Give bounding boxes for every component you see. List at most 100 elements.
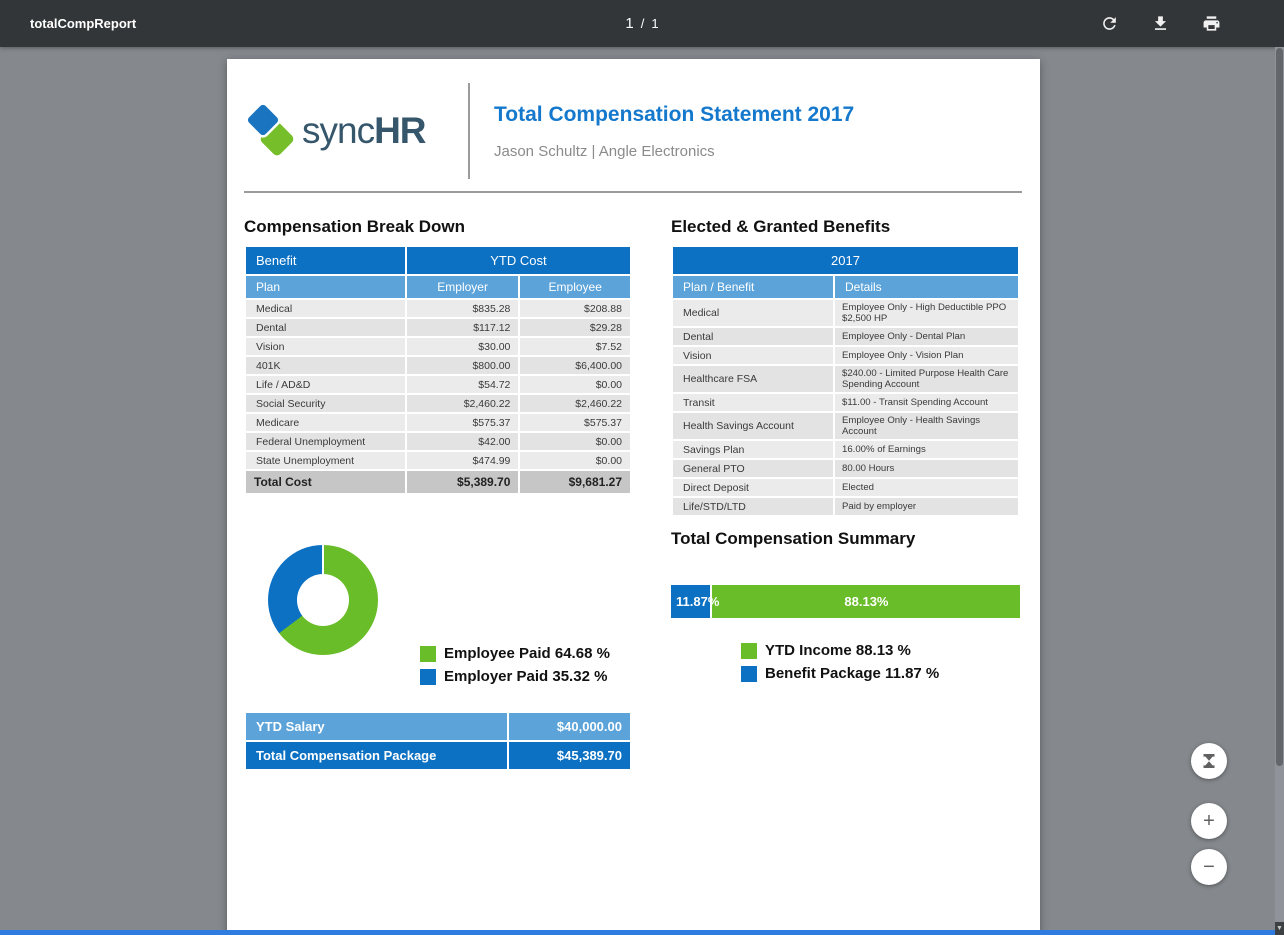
legend-item-ytd-income: YTD Income 88.13 % — [741, 642, 1020, 659]
employee-paid-label: Employee Paid 64.68 % — [444, 645, 610, 662]
employer-cost-cell: $54.72 — [406, 376, 519, 393]
benefit-row: Vision Employee Only - Vision Plan — [673, 347, 1019, 365]
employer-cost-cell: $117.12 — [406, 319, 519, 336]
benefit-plan-cell: Life/STD/LTD — [673, 498, 833, 516]
benefit-row: Dental Employee Only - Dental Plan — [673, 328, 1019, 346]
benefits-heading: Elected & Granted Benefits — [671, 217, 891, 236]
benefit-row: Medical Employee Only - High Deductible … — [673, 300, 1019, 327]
benefit-package-pct-label: 11.87% — [676, 594, 720, 610]
employee-paid-swatch — [420, 645, 436, 662]
benefit-details-cell: Paid by employer — [835, 498, 1019, 516]
compensation-row: Dental $117.12 $29.28 — [246, 319, 630, 336]
col-details: Details — [835, 276, 1019, 298]
fit-to-page-button[interactable] — [1191, 743, 1227, 779]
scrollbar-thumb[interactable] — [1276, 48, 1283, 766]
legend-item-employer-paid: Employer Paid 35.32 % — [420, 668, 610, 685]
fit-to-page-icon — [1203, 754, 1215, 768]
col-ytd-cost: YTD Cost — [406, 247, 630, 274]
benefit-plan-cell: Direct Deposit — [673, 479, 833, 497]
benefit-plan-cell: Transit — [673, 394, 833, 412]
compensation-table: Benefit YTD Cost Plan Employer Employee … — [244, 245, 632, 495]
employee-cost-cell: $7.52 — [520, 338, 630, 355]
plan-cell: Federal Unemployment — [246, 433, 405, 450]
benefit-plan-cell: Health Savings Account — [673, 413, 833, 440]
page-indicator[interactable]: 1 / 1 — [625, 15, 658, 32]
employer-cost-cell: $835.28 — [406, 300, 519, 317]
benefit-plan-cell: Healthcare FSA — [673, 366, 833, 393]
employee-cost-cell: $6,400.00 — [520, 357, 630, 374]
compensation-summary-bar: 11.87% 88.13% — [671, 585, 1020, 619]
total-comp-package-value: $45,389.70 — [508, 742, 630, 769]
summary-legend: YTD Income 88.13 % Benefit Package 11.87… — [741, 642, 1020, 682]
total-employer-cost: $5,389.70 — [406, 471, 519, 493]
employee-cost-cell: $575.37 — [520, 414, 630, 431]
compensation-row: Federal Unemployment $42.00 $0.00 — [246, 433, 630, 450]
plan-cell: State Unemployment — [246, 452, 405, 469]
plan-cell: 401K — [246, 357, 405, 374]
total-comp-package-row: Total Compensation Package $45,389.70 — [246, 742, 630, 769]
compensation-row: Social Security $2,460.22 $2,460.22 — [246, 395, 630, 412]
plan-cell: Social Security — [246, 395, 405, 412]
employee-company-subtitle: Jason Schultz | Angle Electronics — [494, 142, 715, 160]
col-plan: Plan — [246, 276, 405, 298]
col-plan-benefit: Plan / Benefit — [673, 276, 833, 298]
legend-item-employee-paid: Employee Paid 64.68 % — [420, 645, 610, 662]
summary-heading: Total Compensation Summary — [671, 529, 916, 549]
current-page[interactable]: 1 — [625, 15, 633, 32]
compensation-row: Medical $835.28 $208.88 — [246, 300, 630, 317]
plan-cell: Medicare — [246, 414, 405, 431]
col-employee: Employee — [520, 276, 630, 298]
compensation-row: Life / AD&D $54.72 $0.00 — [246, 376, 630, 393]
pdf-toolbar: totalCompReport 1 / 1 — [0, 0, 1284, 47]
col-employer: Employer — [406, 276, 519, 298]
benefit-details-cell: Employee Only - Dental Plan — [835, 328, 1019, 346]
ytd-income-label: YTD Income 88.13 % — [765, 642, 911, 660]
employee-cost-cell: $0.00 — [520, 376, 630, 393]
benefit-details-cell: $11.00 - Transit Spending Account — [835, 394, 1019, 412]
benefit-plan-cell: Vision — [673, 347, 833, 365]
print-button[interactable] — [1200, 13, 1222, 35]
zoom-out-button[interactable]: − — [1191, 849, 1227, 885]
employee-cost-cell: $29.28 — [520, 319, 630, 336]
rotate-button[interactable] — [1098, 13, 1120, 35]
col-year: 2017 — [673, 247, 1019, 274]
employee-cost-cell: $0.00 — [520, 452, 630, 469]
employer-cost-cell: $2,460.22 — [406, 395, 519, 412]
synchr-logo-icon — [245, 102, 294, 156]
download-button[interactable] — [1149, 13, 1171, 35]
download-icon — [1154, 16, 1166, 30]
benefit-details-cell: Employee Only - High Deductible PPO $2,5… — [835, 300, 1019, 327]
document-title: totalCompReport — [30, 16, 137, 31]
total-cost-row: Total Cost $5,389.70 $9,681.27 — [246, 471, 630, 493]
plan-cell: Vision — [246, 338, 405, 355]
scroll-down-button[interactable]: ▼ — [1275, 922, 1284, 935]
benefit-row: Healthcare FSA $240.00 - Limited Purpose… — [673, 366, 1019, 393]
employer-cost-cell: $30.00 — [406, 338, 519, 355]
employee-cost-cell: $0.00 — [520, 433, 630, 450]
compensation-heading: Compensation Break Down — [244, 217, 466, 236]
benefits-table: 2017 Plan / Benefit Details Medical Empl… — [671, 245, 1020, 517]
chevron-down-icon: ▼ — [1276, 925, 1283, 932]
plan-cell: Life / AD&D — [246, 376, 405, 393]
employer-paid-label: Employer Paid 35.32 % — [444, 668, 608, 685]
minus-icon: − — [1203, 855, 1215, 878]
scrollbar-track[interactable]: ▼ — [1275, 47, 1284, 935]
total-comp-package-label: Total Compensation Package — [246, 742, 507, 769]
benefit-row: Health Savings Account Employee Only - H… — [673, 413, 1019, 440]
salary-table: YTD Salary $40,000.00 Total Compensation… — [244, 711, 632, 771]
employer-cost-cell: $575.37 — [406, 414, 519, 431]
report-header: syncHR Total Compensation Statement 2017… — [244, 83, 1022, 179]
zoom-in-button[interactable]: + — [1191, 803, 1227, 839]
legend-item-benefit-package: Benefit Package 11.87 % — [741, 665, 1020, 682]
compensation-row: State Unemployment $474.99 $0.00 — [246, 452, 630, 469]
ytd-salary-label: YTD Salary — [246, 713, 507, 740]
employee-cost-cell: $208.88 — [520, 300, 630, 317]
employee-cost-cell: $2,460.22 — [520, 395, 630, 412]
benefit-plan-cell: Medical — [673, 300, 833, 327]
benefit-row: Life/STD/LTD Paid by employer — [673, 498, 1019, 516]
total-employee-cost: $9,681.27 — [520, 471, 630, 493]
compensation-row: Vision $30.00 $7.52 — [246, 338, 630, 355]
company-logo: syncHR — [244, 102, 468, 160]
benefit-details-cell: 16.00% of Earnings — [835, 441, 1019, 459]
benefit-row: Savings Plan 16.00% of Earnings — [673, 441, 1019, 459]
